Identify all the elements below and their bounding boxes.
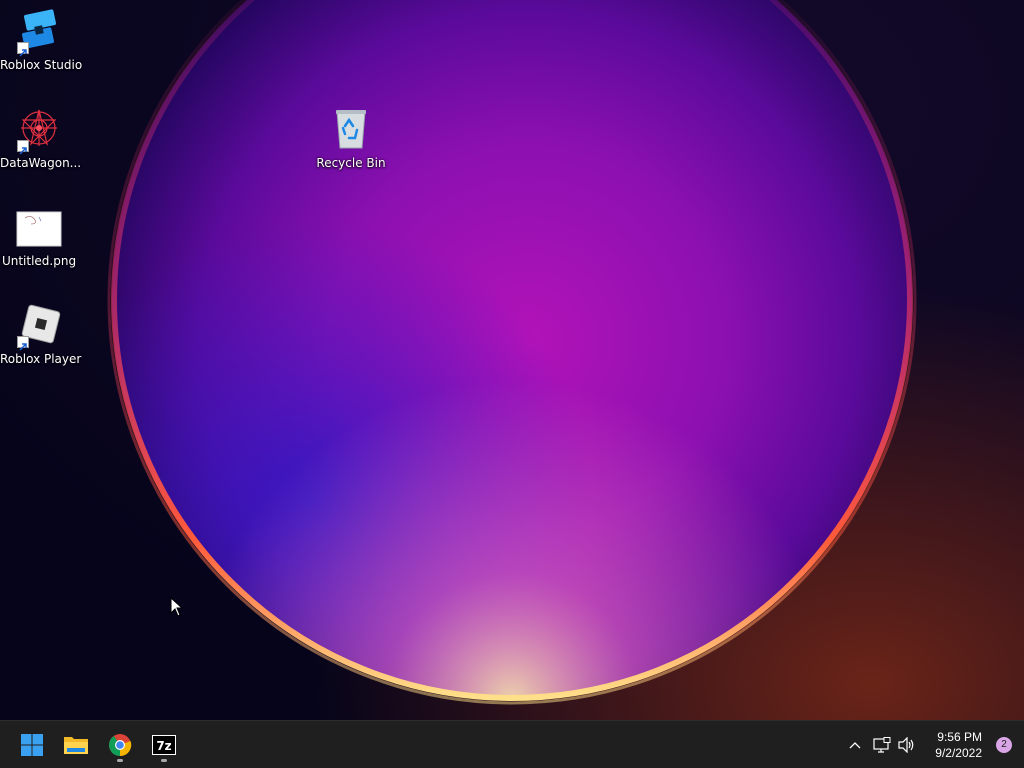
desktop-icon-recycle-bin[interactable]: Recycle Bin	[312, 106, 390, 171]
chevron-up-icon	[849, 742, 861, 749]
desktop-icon-roblox-studio[interactable]: Roblox Studio	[0, 8, 83, 73]
network-button[interactable]	[871, 733, 893, 757]
desktop-icon-untitled-png[interactable]: Untitled.png	[0, 204, 78, 269]
desktop-icon-label: Roblox Studio	[0, 58, 83, 72]
start-button[interactable]	[12, 725, 52, 765]
volume-icon	[898, 737, 914, 753]
seven-zip-icon: 7z	[152, 735, 176, 755]
chrome-icon	[109, 734, 132, 757]
windows-start-icon	[21, 734, 43, 756]
taskbar-7zip[interactable]: 7z	[144, 725, 184, 765]
clock-time: 9:56 PM	[937, 730, 982, 744]
datawagon-icon	[15, 106, 63, 155]
running-indicator	[161, 759, 167, 762]
image-file-icon	[15, 204, 63, 252]
shortcut-arrow-icon	[17, 42, 29, 57]
roblox-studio-icon	[15, 8, 63, 57]
notification-badge[interactable]: 2	[996, 737, 1012, 753]
desktop-icon-label: Roblox Player	[0, 352, 82, 366]
recycle-bin-icon	[327, 106, 375, 154]
shortcut-arrow-icon	[17, 336, 29, 351]
desktop[interactable]: Roblox Studio DataWagon... Untitled.png …	[0, 0, 1024, 720]
roblox-player-icon	[15, 302, 63, 351]
taskbar-clock[interactable]: 9:56 PM 9/2/2022	[935, 729, 982, 761]
desktop-icon-label: Untitled.png	[1, 254, 77, 268]
volume-button[interactable]	[896, 733, 918, 757]
desktop-icon-roblox-player[interactable]: Roblox Player	[0, 302, 82, 367]
desktop-icon-datawagon[interactable]: DataWagon...	[0, 106, 82, 171]
clock-date: 9/2/2022	[935, 746, 982, 760]
taskbar-file-explorer[interactable]	[56, 725, 96, 765]
svg-text:7z: 7z	[156, 739, 171, 753]
taskbar-chrome[interactable]	[100, 725, 140, 765]
running-indicator	[117, 759, 123, 762]
file-explorer-icon	[64, 737, 88, 754]
taskbar: 7z 9:56 PM 9/2/2022 2	[0, 720, 1024, 768]
desktop-icon-label: DataWagon...	[0, 156, 82, 170]
wallpaper-bloom	[0, 0, 1024, 720]
desktop-icon-label: Recycle Bin	[316, 156, 386, 170]
network-icon	[873, 737, 891, 753]
shortcut-arrow-icon	[17, 140, 29, 155]
show-hidden-icons-button[interactable]	[844, 733, 866, 757]
mouse-cursor-icon	[170, 597, 184, 617]
